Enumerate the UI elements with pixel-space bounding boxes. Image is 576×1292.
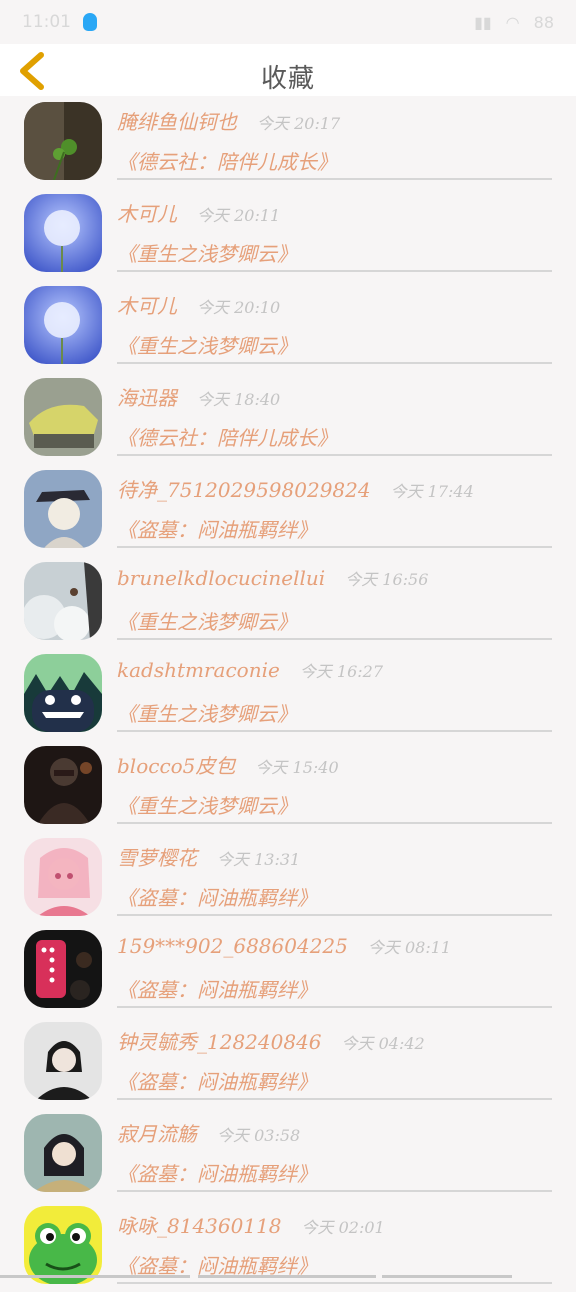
status-time: 11:01 xyxy=(22,12,71,32)
timestamp: 今天 17:44 xyxy=(390,482,474,501)
avatar xyxy=(24,286,102,364)
divider xyxy=(117,362,552,364)
username: 咏咏_814360118 xyxy=(117,1214,282,1238)
list-item[interactable]: blocco5皮包 今天 15:40 《重生之浅梦卿云》 xyxy=(0,740,576,832)
avatar xyxy=(24,746,102,824)
divider xyxy=(117,454,552,456)
divider xyxy=(117,730,552,732)
book-title[interactable]: 《盗墓：闷油瓶羁绊》 xyxy=(117,1158,317,1187)
timestamp: 今天 16:56 xyxy=(345,570,429,589)
avatar xyxy=(24,102,102,180)
list-item[interactable]: 钟灵毓秀_128240846 今天 04:42 《盗墓：闷油瓶羁绊》 xyxy=(0,1016,576,1108)
scroll-indicator xyxy=(0,1274,576,1280)
list-item[interactable]: 腌绯鱼仙钶也 今天 20:17 《德云社：陪伴儿成长》 xyxy=(0,96,576,188)
timestamp: 今天 08:11 xyxy=(367,938,452,957)
list-item[interactable]: 木可儿 今天 20:11 《重生之浅梦卿云》 xyxy=(0,188,576,280)
book-title[interactable]: 《盗墓：闷油瓶羁绊》 xyxy=(117,514,317,543)
divider xyxy=(117,1098,552,1100)
username: kadshtmraconie xyxy=(117,658,280,682)
timestamp: 今天 15:40 xyxy=(255,758,339,777)
divider xyxy=(117,822,552,824)
username: 木可儿 xyxy=(117,202,177,226)
list-item[interactable]: 159***902_688604225 今天 08:11 《盗墓：闷油瓶羁绊》 xyxy=(0,924,576,1016)
book-title[interactable]: 《重生之浅梦卿云》 xyxy=(117,238,297,267)
username: 钟灵毓秀_128240846 xyxy=(117,1030,322,1054)
book-title[interactable]: 《盗墓：闷油瓶羁绊》 xyxy=(117,974,317,1003)
timestamp: 今天 16:27 xyxy=(299,662,384,681)
status-bar: 11:01 ▮▮ ◠ 88 xyxy=(0,0,576,44)
divider xyxy=(117,1190,552,1192)
header: 收藏 xyxy=(0,44,576,96)
divider xyxy=(117,1006,552,1008)
avatar xyxy=(24,470,102,548)
book-title[interactable]: 《盗墓：闷油瓶羁绊》 xyxy=(117,1066,317,1095)
timestamp: 今天 04:42 xyxy=(341,1034,425,1053)
timestamp: 今天 20:11 xyxy=(197,206,281,225)
list-item[interactable]: 木可儿 今天 20:10 《重生之浅梦卿云》 xyxy=(0,280,576,372)
avatar xyxy=(24,930,102,1008)
book-title[interactable]: 《德云社：陪伴儿成长》 xyxy=(117,422,337,451)
avatar xyxy=(24,654,102,732)
divider xyxy=(117,546,552,548)
username: 雪萝樱花 xyxy=(117,846,197,870)
username: 腌绯鱼仙钶也 xyxy=(117,110,237,134)
page-title: 收藏 xyxy=(260,64,315,94)
list-item[interactable]: 寂月流觞 今天 03:58 《盗墓：闷油瓶羁绊》 xyxy=(0,1108,576,1200)
username: 待净_7512029598029824 xyxy=(117,478,371,502)
avatar xyxy=(24,1022,102,1100)
book-title[interactable]: 《重生之浅梦卿云》 xyxy=(117,330,297,359)
divider xyxy=(117,638,552,640)
divider xyxy=(117,914,552,916)
list-item[interactable]: 海迅器 今天 18:40 《德云社：陪伴儿成长》 xyxy=(0,372,576,464)
avatar xyxy=(24,1114,102,1192)
timestamp: 今天 13:31 xyxy=(217,850,301,869)
avatar xyxy=(24,838,102,916)
book-title[interactable]: 《重生之浅梦卿云》 xyxy=(117,790,297,819)
book-title[interactable]: 《盗墓：闷油瓶羁绊》 xyxy=(117,882,317,911)
timestamp: 今天 03:58 xyxy=(217,1126,301,1145)
timestamp: 今天 20:10 xyxy=(197,298,281,317)
timestamp: 今天 18:40 xyxy=(197,390,281,409)
username: blocco5皮包 xyxy=(117,754,236,778)
username: 海迅器 xyxy=(117,386,177,410)
divider xyxy=(117,1282,552,1284)
username: 寂月流觞 xyxy=(117,1122,197,1146)
battery-level: 88 xyxy=(533,12,554,32)
timestamp: 今天 20:17 xyxy=(257,114,341,133)
favorites-list: 腌绯鱼仙钶也 今天 20:17 《德云社：陪伴儿成长》 木可儿 今天 20:11… xyxy=(0,96,576,1292)
book-title[interactable]: 《德云社：陪伴儿成长》 xyxy=(117,146,337,175)
username: brunelkdlocucinellui xyxy=(117,566,326,590)
avatar xyxy=(24,562,102,640)
book-title[interactable]: 《重生之浅梦卿云》 xyxy=(117,698,297,727)
avatar xyxy=(24,194,102,272)
list-item[interactable]: brunelkdlocucinellui 今天 16:56 《重生之浅梦卿云》 xyxy=(0,556,576,648)
timestamp: 今天 02:01 xyxy=(301,1218,385,1237)
divider xyxy=(117,178,552,180)
list-item[interactable]: 待净_7512029598029824 今天 17:44 《盗墓：闷油瓶羁绊》 xyxy=(0,464,576,556)
username: 木可儿 xyxy=(117,294,177,318)
avatar xyxy=(24,1206,102,1284)
signal-icon: ▮▮ xyxy=(474,12,492,32)
list-item[interactable]: kadshtmraconie 今天 16:27 《重生之浅梦卿云》 xyxy=(0,648,576,740)
book-title[interactable]: 《重生之浅梦卿云》 xyxy=(117,606,297,635)
username: 159***902_688604225 xyxy=(117,934,348,958)
divider xyxy=(117,270,552,272)
list-item[interactable]: 雪萝樱花 今天 13:31 《盗墓：闷油瓶羁绊》 xyxy=(0,832,576,924)
wifi-icon: ◠ xyxy=(505,12,520,32)
qq-icon xyxy=(83,13,97,31)
avatar xyxy=(24,378,102,456)
